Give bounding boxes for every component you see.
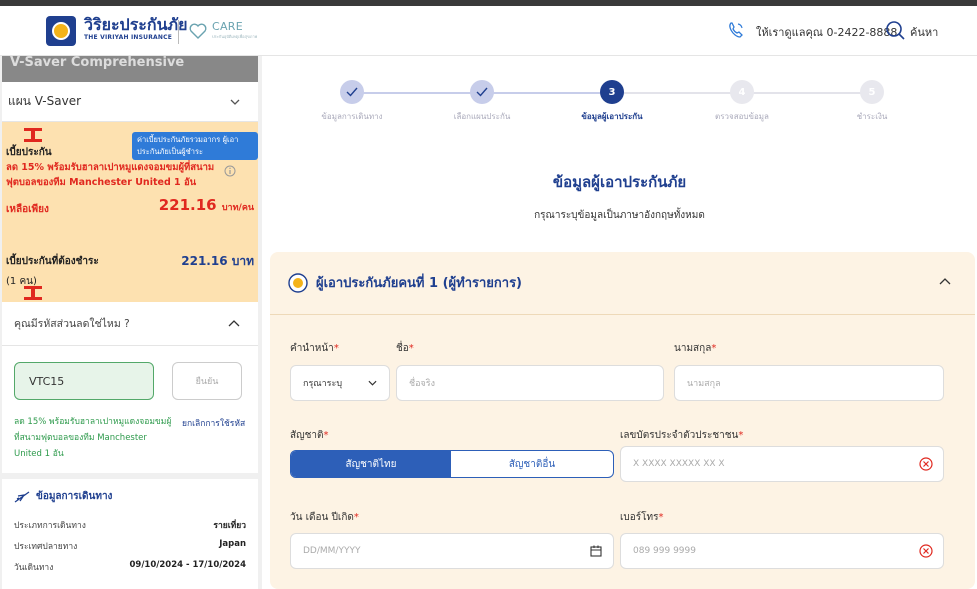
summary-sidebar: V-Saver Comprehensive แผน V-Saver ค่าเบี…: [0, 56, 262, 589]
travel-info: ข้อมูลการเดินทาง ประเภทการเดินทาง รายเที่…: [2, 473, 258, 574]
check-icon: [346, 87, 358, 97]
chevron-down-icon: [368, 380, 377, 386]
premium-tooltip: ค่าเบี้ยประกันภัยรวมอากร ผู้เอาประกันภัย…: [132, 132, 258, 160]
hotline-text[interactable]: ให้เราดูแลคุณ 0-2422-8888: [756, 23, 897, 41]
chevron-up-icon: [228, 320, 240, 327]
coupon-code-input[interactable]: VTC15: [14, 362, 154, 400]
lastname-label: นามสกุล*: [674, 343, 717, 354]
card-divider: [270, 314, 975, 315]
lastname-input[interactable]: นามสกุล: [674, 365, 944, 401]
step-4-label: ตรวจสอบข้อมูล: [715, 112, 769, 121]
travel-row: ประเทศปลายทาง Japan: [14, 539, 246, 552]
phone-label: เบอร์โทร*: [620, 512, 664, 523]
red-marker: [24, 286, 42, 300]
travel-title: ข้อมูลการเดินทาง: [36, 491, 113, 502]
coupon-question: คุณมีรหัสส่วนลดใช่ไหม ?: [14, 318, 130, 330]
phone-input[interactable]: 089 999 9999: [620, 533, 944, 569]
firstname-input[interactable]: ชื่อจริง: [396, 365, 664, 401]
price-per-person: 221.16 บาท/คน: [158, 196, 254, 214]
firstname-label: ชื่อ*: [396, 343, 414, 354]
error-clear-icon[interactable]: [919, 457, 933, 471]
section-title: ข้อมูลผู้เอาประกันภัย: [552, 173, 687, 191]
premium-label: เบี้ยประกัน: [6, 147, 52, 158]
travel-row: ประเภทการเดินทาง รายเที่ยว: [14, 521, 246, 531]
coupon-note: ลด 15% พร้อมรับฮาลาเปาหมูแดงจอมขมผู้ที่ส…: [14, 417, 172, 459]
section-subtitle: กรุณาระบุข้อมูลเป็นภาษาอังกฤษทั้งหมด: [534, 210, 705, 221]
step-3-label: ข้อมูลผู้เอาประกัน: [581, 112, 643, 121]
promo-text: ลด 15% พร้อมรับฮาลาเปาหมูแดงจอมขมผู้ที่ส…: [6, 162, 215, 188]
cancel-coupon-link[interactable]: ยกเลิกการใช้รหัส: [182, 416, 245, 430]
red-marker: [24, 128, 42, 142]
plan-label: แผน V-Saver: [8, 94, 82, 108]
viriyah-logo[interactable]: [46, 16, 76, 46]
care-logo[interactable]: CARE ประกันอุบัติเหตุเพื่อสุขภาพ: [212, 20, 257, 40]
insured-person-card: ผู้เอาประกันภัยคนที่ 1 (ผู้ทำรายการ) คำน…: [270, 252, 975, 589]
check-icon: [476, 87, 488, 97]
step-3-circle[interactable]: 3: [600, 80, 624, 104]
calendar-icon[interactable]: [589, 544, 603, 558]
idcard-label: เลขบัตรประจำตัวประชาชน*: [620, 430, 744, 441]
main-content: ข้อมูลการเดินทาง เลือกแผนประกัน 3 ข้อมูล…: [262, 56, 977, 589]
search-link[interactable]: ค้นหา: [910, 23, 938, 41]
prefix-select[interactable]: กรุณาระบุ: [290, 365, 390, 401]
dob-input[interactable]: DD/MM/YYYY: [290, 533, 614, 569]
brand-name[interactable]: วิริยะประกันภัย THE VIRIYAH INSURANCE: [84, 16, 187, 42]
heart-icon: [189, 23, 207, 39]
coupon-panel: VTC15 ยืนยัน ลด 15% พร้อมรับฮาลาเปาหมูแด…: [2, 346, 258, 473]
airplane-icon: [14, 490, 30, 503]
dob-label: วัน เดือน ปีเกิด*: [290, 512, 359, 523]
premium-summary: ค่าเบี้ยประกันภัยรวมอากร ผู้เอาประกันภัย…: [2, 122, 258, 302]
step-5-label: ชำระเงิน: [856, 112, 888, 121]
prefix-label: คำนำหน้า*: [290, 343, 339, 354]
nationality-toggle: สัญชาติไทย สัญชาติอื่น: [290, 450, 614, 478]
step-2-label: เลือกแผนประกัน: [453, 112, 511, 121]
confirm-coupon-button[interactable]: ยืนยัน: [172, 362, 242, 400]
nationality-thai-option[interactable]: สัญชาติไทย: [291, 451, 451, 477]
progress-stepper: ข้อมูลการเดินทาง เลือกแผนประกัน 3 ข้อมูล…: [262, 80, 977, 140]
card-title: ผู้เอาประกันภัยคนที่ 1 (ผู้ทำรายการ): [316, 276, 523, 291]
step-5-circle[interactable]: 5: [860, 80, 884, 104]
step-1-circle[interactable]: [340, 80, 364, 104]
error-clear-icon[interactable]: [919, 544, 933, 558]
chevron-down-icon: [230, 99, 240, 105]
header-divider: [178, 20, 179, 44]
travel-row: วันเดินทาง 09/10/2024 - 17/10/2024: [14, 560, 246, 573]
plan-selector[interactable]: แผน V-Saver: [2, 82, 258, 122]
search-icon[interactable]: [885, 20, 905, 40]
nationality-other-option[interactable]: สัญชาติอื่น: [451, 451, 613, 477]
site-header: วิริยะประกันภัย THE VIRIYAH INSURANCE CA…: [0, 6, 977, 56]
coupon-toggle[interactable]: คุณมีรหัสส่วนลดใช่ไหม ?: [2, 302, 258, 346]
info-icon[interactable]: [224, 165, 236, 177]
step-4-circle[interactable]: 4: [730, 80, 754, 104]
chevron-up-icon[interactable]: [939, 278, 951, 285]
step-2-circle[interactable]: [470, 80, 494, 104]
total-value: 221.16 บาท: [181, 254, 254, 268]
only-label: เหลือเพียง: [6, 204, 49, 215]
total-label: เบี้ยประกันที่ต้องชำระ: [6, 256, 99, 267]
phone-icon[interactable]: [726, 20, 746, 40]
nationality-label: สัญชาติ*: [290, 430, 329, 441]
plan-title: V-Saver Comprehensive: [2, 56, 258, 82]
step-1-label: ข้อมูลการเดินทาง: [321, 112, 383, 121]
card-header[interactable]: ผู้เอาประกันภัยคนที่ 1 (ผู้ทำรายการ): [288, 272, 522, 293]
idcard-input[interactable]: X XXXX XXXXX XX X: [620, 446, 944, 482]
person-badge-icon: [288, 272, 308, 293]
